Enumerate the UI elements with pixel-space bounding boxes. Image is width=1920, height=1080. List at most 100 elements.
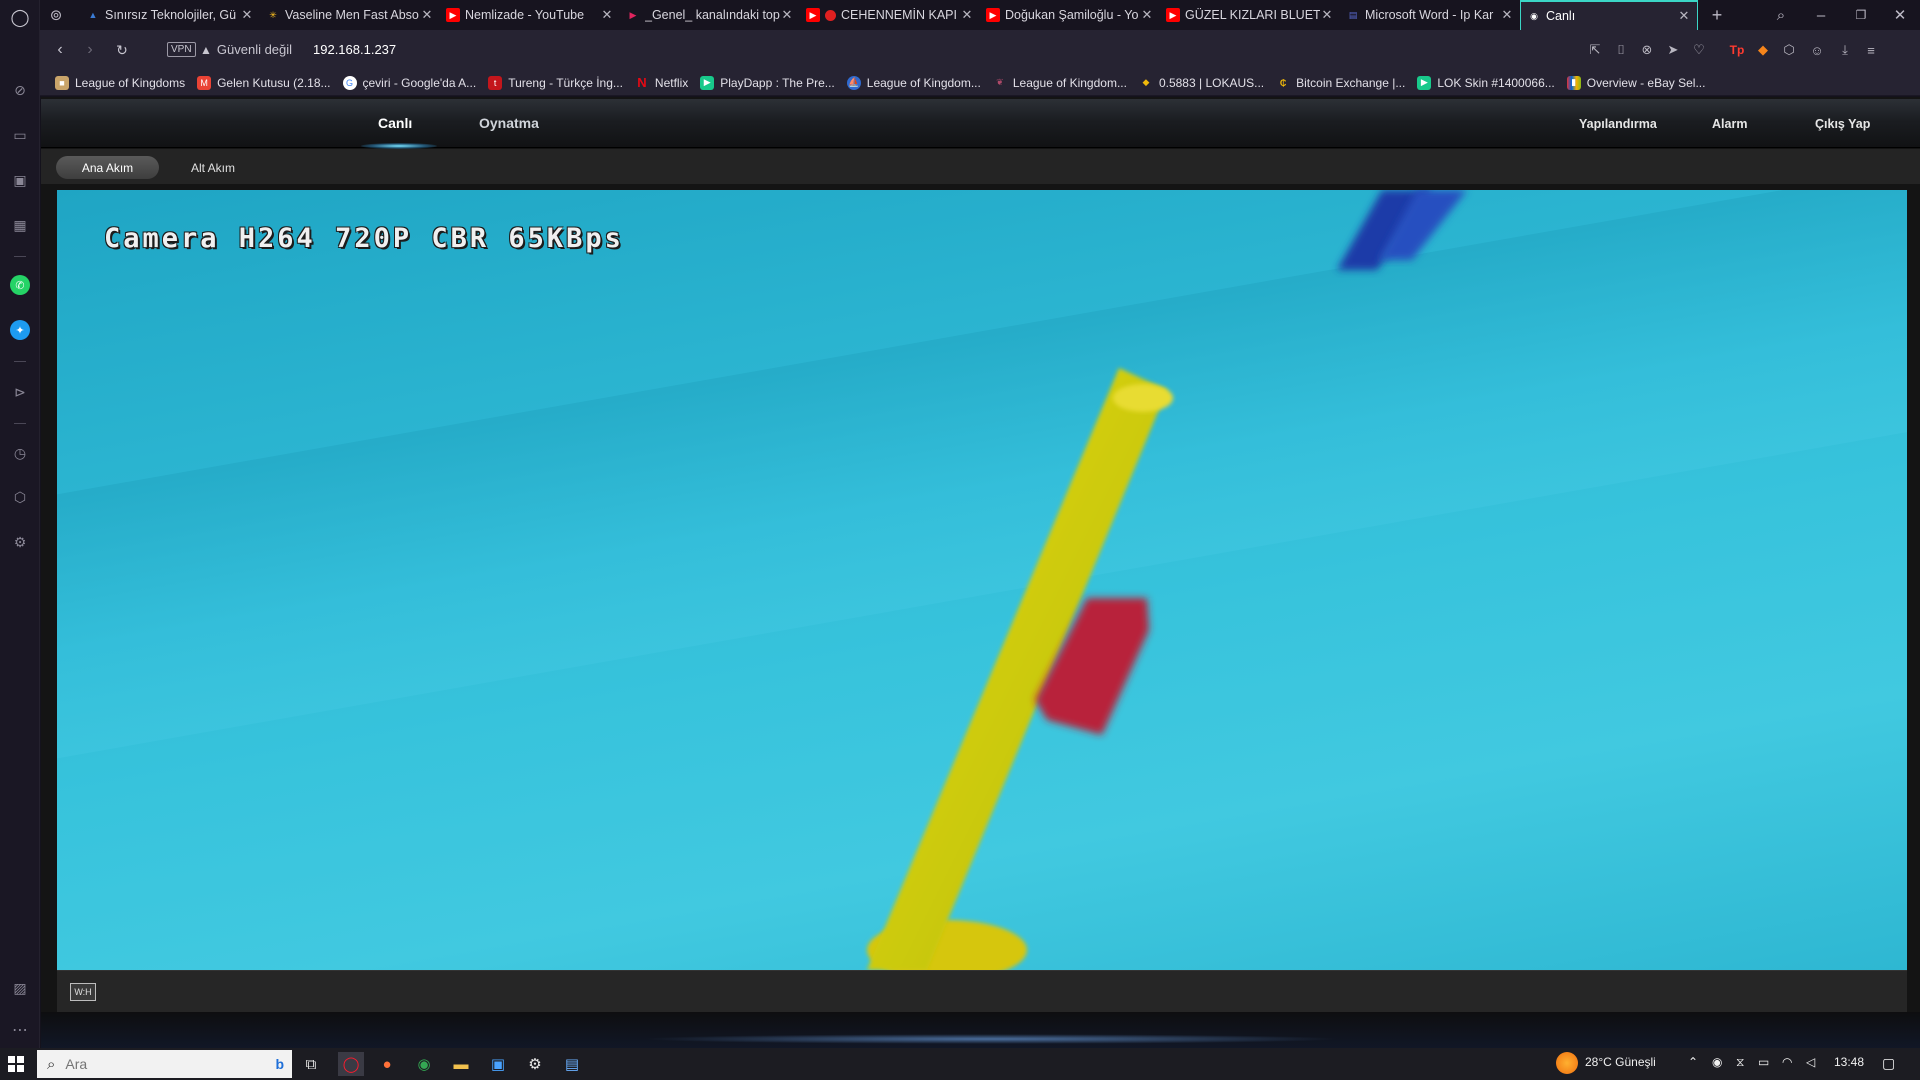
reload-icon[interactable]: ↻ [112, 40, 132, 60]
easy-setup-icon[interactable]: ≡ [1862, 41, 1880, 59]
nav-config[interactable]: Yapılandırma [1579, 117, 1657, 131]
shopping-icon[interactable]: ▭ [10, 125, 30, 145]
send-icon[interactable]: ➤ [1664, 41, 1682, 59]
ai-chip-icon[interactable]: ▦ [10, 215, 30, 235]
tab[interactable]: ▶ Nemlizade - YouTube ✕ [440, 0, 620, 30]
weather-sun-icon[interactable] [1556, 1052, 1578, 1074]
bookmark[interactable]: ❦ League of Kingdom... [993, 76, 1127, 90]
bookmark[interactable]: ■ League of Kingdoms [55, 75, 185, 90]
battery-icon[interactable]: ▭ [1758, 1055, 1769, 1069]
restore-icon[interactable]: ❐ [1851, 5, 1871, 25]
adblock-icon[interactable]: ⊗ [1638, 41, 1656, 59]
wifi-icon[interactable]: ◠ [1782, 1055, 1792, 1069]
close-icon[interactable]: ✕ [1140, 7, 1154, 23]
tab[interactable]: ▶ _Genel_ kanalındaki top ✕ [620, 0, 800, 30]
tray-sync-icon[interactable]: ⧖ [1736, 1055, 1744, 1070]
taskbar-search[interactable]: ⌕ b [37, 1050, 292, 1078]
close-icon[interactable]: ✕ [1320, 7, 1334, 23]
clock-time[interactable]: 13:48 [1834, 1055, 1864, 1069]
tray-app-icon[interactable]: ◉ [1712, 1055, 1722, 1069]
bookmark[interactable]: ▶ PlayDapp : The Pre... [700, 75, 835, 90]
close-icon[interactable]: ✕ [960, 7, 974, 23]
windows-taskbar: ⌕ b ⧉ ◯ ● ◉ ▬ ▣ ⚙ ▤ 28°C Güneşli ⌃ ◉ ⧖ ▭… [0, 1048, 1920, 1080]
close-icon[interactable]: ✕ [1500, 7, 1514, 23]
metamask-icon[interactable]: ◆ [1754, 41, 1772, 59]
windows-start-icon[interactable] [8, 1056, 24, 1072]
search-input[interactable] [65, 1056, 226, 1072]
control-panel-icon[interactable]: ▣ [485, 1052, 511, 1076]
profile-icon[interactable]: ☺ [1808, 41, 1826, 59]
opera-taskbar-icon[interactable]: ◯ [338, 1052, 364, 1076]
snapshot-icon[interactable]: ⌷ [1612, 41, 1630, 59]
download-icon[interactable]: ⤓ [1836, 41, 1854, 59]
chrome-icon[interactable]: ◉ [411, 1052, 437, 1076]
tab[interactable]: ▲ Sınırsız Teknolojiler, Gü ✕ [80, 0, 260, 30]
task-view-icon[interactable]: ⧉ [298, 1052, 324, 1076]
nav-playback[interactable]: Oynatma [479, 115, 539, 131]
speed-dial-icon[interactable]: ⊘ [10, 80, 30, 100]
window-close-icon[interactable]: ✕ [1890, 5, 1910, 25]
sub-stream-button[interactable]: Alt Akım [191, 161, 235, 175]
bookmark[interactable]: ◆ 0.5883 | LOKAUS... [1139, 76, 1264, 90]
bookmark[interactable]: ▮ Overview - eBay Sel... [1566, 75, 1705, 90]
forward-icon[interactable]: › [80, 40, 100, 60]
twitch-icon[interactable]: ▣ [10, 170, 30, 190]
extensions-icon[interactable]: ⬡ [10, 487, 30, 507]
tab[interactable]: ▶ CEHENNEMİN KAPI ✕ [800, 0, 980, 30]
bookmark-heart-icon[interactable]: ♡ [1690, 41, 1708, 59]
live-video-view[interactable]: Camera H264 720P CBR 65KBps [57, 190, 1907, 970]
notification-icon[interactable]: ▢ [1882, 1055, 1895, 1072]
tab[interactable]: ▶ GÜZEL KIZLARI BLUETO ✕ [1160, 0, 1340, 30]
pinboard-icon[interactable]: ▨ [10, 978, 30, 998]
close-icon[interactable]: ✕ [240, 7, 254, 23]
tab[interactable]: ▤ Microsoft Word - Ip Kar ✕ [1340, 0, 1520, 30]
bookmark[interactable]: ⛵ League of Kingdom... [846, 75, 981, 90]
weather-text[interactable]: 28°C Güneşli [1585, 1055, 1656, 1069]
bookmark[interactable]: ▶ LOK Skin #1400066... [1417, 75, 1555, 90]
more-icon[interactable]: ⋯ [10, 1020, 30, 1040]
firefox-icon[interactable]: ● [374, 1052, 400, 1076]
minimize-icon[interactable]: – [1811, 5, 1831, 25]
close-icon[interactable]: ✕ [420, 7, 434, 23]
extensions-cube-icon[interactable]: ⬡ [1780, 41, 1798, 59]
tab[interactable]: ✳ Vaseline Men Fast Abso ✕ [260, 0, 440, 30]
remote-desktop-icon[interactable]: ▤ [559, 1052, 585, 1076]
file-explorer-icon[interactable]: ▬ [448, 1052, 474, 1076]
close-icon[interactable]: ✕ [1677, 8, 1691, 24]
volume-icon[interactable]: ◁ [1806, 1055, 1815, 1069]
main-stream-button[interactable]: Ana Akım [56, 156, 159, 179]
history-icon[interactable]: ◷ [10, 443, 30, 463]
settings-icon[interactable]: ⚙ [10, 532, 30, 552]
player-icon[interactable]: ⊳ [10, 382, 30, 402]
bookmark[interactable]: ₵ Bitcoin Exchange |... [1276, 76, 1405, 90]
url-field[interactable]: 192.168.1.237 [313, 42, 396, 57]
tray-chevron-icon[interactable]: ⌃ [1688, 1055, 1698, 1069]
tab-active[interactable]: ◉ Canlı ✕ [1520, 0, 1698, 30]
footer-glow [641, 1034, 1341, 1044]
opera-logo-icon[interactable]: ◯ [10, 8, 30, 28]
tab[interactable]: ▶ Doğukan Şamiloğlu - Yo ✕ [980, 0, 1160, 30]
vpn-badge[interactable]: VPN [167, 42, 196, 57]
nav-logout[interactable]: Çıkış Yap [1815, 117, 1870, 131]
share-icon[interactable]: ⇱ [1586, 41, 1604, 59]
bookmark[interactable]: M Gelen Kutusu (2.18... [197, 75, 331, 90]
bookmark[interactable]: t Tureng - Türkçe İng... [488, 75, 623, 90]
nav-live[interactable]: Canlı [378, 115, 412, 131]
nav-alarm[interactable]: Alarm [1712, 117, 1747, 131]
aspect-ratio-button[interactable]: W:H [70, 983, 96, 1001]
search-tabs-icon[interactable]: ⌕ [1771, 5, 1791, 25]
security-indicator[interactable]: ▲ Güvenli değil [200, 42, 292, 57]
close-icon[interactable]: ✕ [780, 7, 794, 23]
extension-tp-icon[interactable]: Tp [1728, 41, 1746, 59]
settings-gear-icon[interactable]: ⚙ [522, 1052, 548, 1076]
twitter-icon[interactable]: ✦ [10, 320, 30, 340]
back-icon[interactable]: ‹ [50, 40, 70, 60]
whatsapp-icon[interactable]: ✆ [10, 275, 30, 295]
play-icon: ▶ [629, 9, 637, 20]
close-icon[interactable]: ✕ [600, 7, 614, 23]
new-tab-icon[interactable]: + [1707, 5, 1727, 25]
bing-icon[interactable]: b [275, 1056, 284, 1072]
bookmark[interactable]: N Netflix [635, 75, 688, 90]
gamepad-icon[interactable]: ⊚ [46, 5, 66, 25]
bookmark[interactable]: Gçeviri - Google'da A... [342, 75, 476, 90]
